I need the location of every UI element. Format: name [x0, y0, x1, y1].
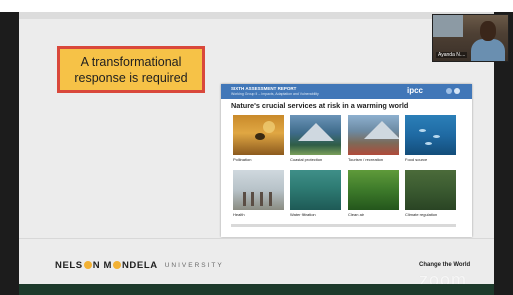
- tile-label-health: Health: [233, 212, 245, 217]
- headline-line-2: response is required: [74, 70, 188, 85]
- slide-top-strip: [19, 12, 494, 19]
- report-header-subtitle: Working Group II – Impacts, Adaptation a…: [231, 92, 319, 96]
- ipcc-report-image: SIXTH ASSESSMENT REPORT Working Group II…: [221, 84, 472, 237]
- person-shape: [251, 192, 254, 206]
- tile-label-water-filtration: Water filtration: [290, 212, 316, 217]
- logo-text-university: UNIVERSITY: [164, 261, 224, 269]
- headline-box: A transformational response is required: [57, 46, 205, 93]
- tile-label-coastal-protection: Coastal protection: [290, 157, 323, 162]
- tile-label-climate-regulation: Climate regulation: [405, 212, 438, 217]
- fish-shape: [425, 142, 432, 145]
- peak-shape: [364, 121, 399, 139]
- fish-shape: [433, 135, 440, 138]
- person-shape: [243, 192, 246, 206]
- headline-line-1: A transformational: [80, 54, 182, 69]
- bee-shape: [255, 133, 265, 140]
- food-source-photo: [405, 115, 456, 155]
- sun-mark-icon: [83, 261, 92, 269]
- person-shape: [260, 192, 263, 206]
- report-footnote: [231, 224, 456, 227]
- window-top-bar: [0, 0, 513, 12]
- water-filtration-photo: [290, 170, 341, 210]
- footer-divider: [19, 238, 494, 239]
- un-emblem-icon: [446, 88, 452, 94]
- report-header-title: SIXTH ASSESSMENT REPORT: [231, 86, 297, 91]
- sun-mark-icon: [112, 261, 121, 269]
- participant-name: Ayanda N....: [436, 52, 468, 58]
- zoom-watermark: zoom: [419, 270, 468, 284]
- report-title: Nature's crucial services at risk in a w…: [231, 101, 409, 110]
- university-logo: NELS N M NDELA UNIVERSITY: [55, 259, 224, 271]
- left-letterbox: [0, 12, 19, 295]
- logo-text-part1: NELS: [55, 259, 83, 271]
- background-window: [433, 15, 463, 37]
- fish-shape: [419, 129, 426, 132]
- flower-shape: [263, 121, 275, 133]
- tile-label-clean-air: Clean air: [348, 212, 365, 217]
- logo-text-part2: N M: [92, 259, 112, 271]
- tile-label-food-source: Food source: [405, 157, 428, 162]
- mountain-shape: [298, 123, 334, 141]
- tile-label-pollination: Pollination: [233, 157, 252, 162]
- participant-head: [480, 21, 496, 41]
- wmo-emblem-icon: [454, 88, 460, 94]
- tagline: Change the World: [419, 262, 471, 268]
- coastal-protection-photo: [290, 115, 341, 155]
- person-shape: [269, 192, 272, 206]
- participant-body: [471, 39, 505, 61]
- report-header: SIXTH ASSESSMENT REPORT Working Group II…: [221, 84, 472, 99]
- tile-label-tourism: Tourism / recreation: [348, 157, 384, 162]
- pollination-photo: [233, 115, 284, 155]
- tourism-photo: [348, 115, 399, 155]
- logo-text-part3: NDELA: [121, 259, 158, 271]
- health-photo: [233, 170, 284, 210]
- participant-video-tile[interactable]: Ayanda N....: [432, 14, 509, 62]
- shared-slide: A transformational response is required …: [19, 12, 494, 284]
- clean-air-photo: [348, 170, 399, 210]
- slide-bottom-band: [19, 284, 494, 295]
- climate-regulation-photo: [405, 170, 456, 210]
- ipcc-logo: ipcc: [407, 86, 424, 95]
